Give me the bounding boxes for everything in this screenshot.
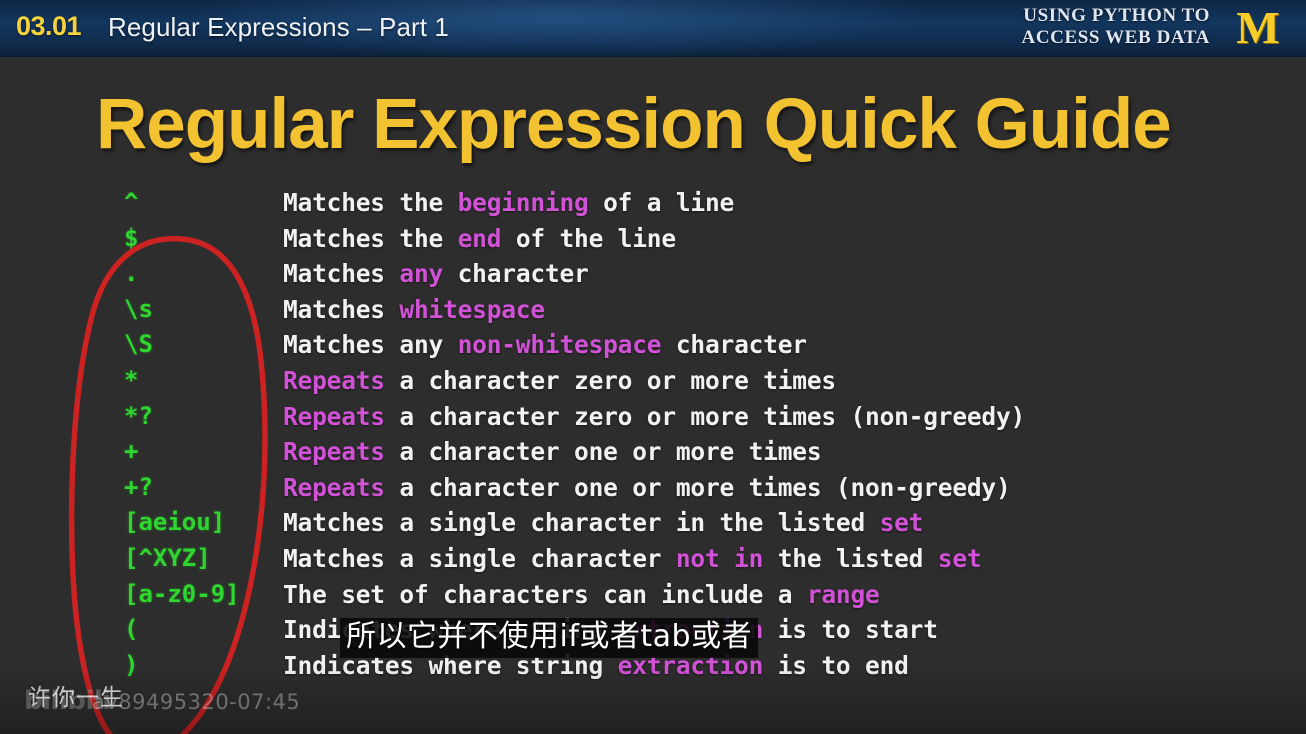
subtitle-overlay: 所以它并不使用if或者tab或者 [340, 618, 759, 658]
regex-description: Matches the end of the line [283, 224, 676, 253]
regex-description: Matches any character [283, 259, 589, 288]
regex-description-plain: a character one or more times [384, 437, 822, 467]
regex-description: The set of characters can include a rang… [283, 580, 880, 609]
regex-description-plain: Matches a single character [283, 543, 676, 573]
regex-description-plain: Matches the [283, 188, 458, 217]
regex-description-plain: is to end [763, 650, 909, 680]
regex-symbol: +? [124, 472, 153, 501]
lecture-title: Regular Expressions – Part 1 [108, 12, 449, 42]
regex-description-highlight: range [806, 579, 880, 609]
regex-description-highlight: Repeats [283, 365, 385, 395]
regex-description-plain: a character one or more times (non-greed… [384, 472, 1011, 502]
regex-symbol: + [124, 437, 139, 466]
regex-symbol: ( [124, 615, 139, 644]
regex-description-highlight: not in [675, 543, 764, 573]
regex-table-row: +? Repeats a character one or more times … [0, 473, 1306, 509]
regex-description-highlight: non-whitespace [457, 330, 662, 360]
course-brand-line2: ACCESS WEB DATA [1021, 27, 1210, 48]
regex-description-highlight: Repeats [283, 401, 385, 431]
regex-table-row: ^ Matches the beginning of a line [0, 188, 1306, 224]
regex-symbol: [aeiou] [124, 508, 226, 537]
watermark-video-id: av89495320-07:45 [92, 690, 301, 714]
regex-description-plain: the listed [763, 543, 938, 573]
regex-description: Matches the beginning of a line [283, 188, 734, 217]
regex-symbol: *? [124, 401, 153, 430]
regex-description-plain: Matches a single character in the listed [283, 508, 880, 538]
regex-symbol: ^ [124, 188, 139, 216]
regex-description-highlight: set [937, 543, 982, 573]
regex-symbol: [a-z0-9] [124, 579, 240, 608]
regex-description-plain: The set of characters can include a [283, 579, 807, 609]
regex-description-plain: a character zero or more times [384, 365, 836, 395]
regex-description: Matches any non-whitespace character [283, 330, 807, 359]
regex-table-row: + Repeats a character one or more times [0, 437, 1306, 473]
regex-description-plain: a character zero or more times (non-gree… [384, 401, 1026, 431]
regex-table-row: [a-z0-9] The set of characters can includ… [0, 580, 1306, 616]
lecture-number: 03.01 [16, 11, 82, 41]
regex-description-plain: Matches the [283, 223, 458, 253]
course-brand: USING PYTHON TO ACCESS WEB DATA [1022, 5, 1211, 49]
regex-table-row: \s Matches whitespace [0, 295, 1306, 331]
regex-description-highlight: beginning [457, 188, 589, 217]
video-player-frame: 03.01 Regular Expressions – Part 1 USING… [0, 0, 1306, 734]
regex-quick-guide-table: ^ Matches the beginning of a line $ Matches… [0, 188, 1306, 686]
regex-symbol: \s [124, 294, 153, 323]
regex-symbol: ) [124, 650, 139, 679]
regex-table-row: [aeiou] Matches a single character in the… [0, 508, 1306, 544]
regex-description-plain: Matches [283, 259, 400, 289]
regex-symbol: * [124, 365, 139, 394]
regex-table-row: *? Repeats a character zero or more times… [0, 402, 1306, 438]
regex-description-plain: of the line [501, 223, 676, 253]
course-brand-line1: USING PYTHON TO [1023, 5, 1210, 26]
regex-description: Repeats a character zero or more times [283, 366, 836, 395]
regex-description-highlight: end [457, 223, 502, 253]
regex-description: Matches a single character not in the li… [283, 543, 982, 573]
regex-description: Matches whitespace [283, 295, 545, 324]
regex-description-highlight: Repeats [283, 437, 385, 467]
regex-symbol: . [124, 259, 139, 288]
regex-symbol: $ [124, 223, 139, 252]
regex-symbol: \S [124, 330, 153, 359]
regex-description-highlight: any [399, 259, 444, 289]
slide-header-bar: 03.01 Regular Expressions – Part 1 USING… [0, 0, 1306, 57]
regex-description-plain: character [661, 330, 807, 360]
regex-description: Repeats a character one or more times (n… [283, 473, 1011, 502]
regex-description-plain: Matches [283, 294, 400, 324]
regex-table-row: [^XYZ] Matches a single character not in … [0, 544, 1306, 580]
regex-description-highlight: whitespace [399, 294, 545, 324]
regex-description: Repeats a character one or more times [283, 437, 822, 467]
regex-description: Matches a single character in the listed… [283, 508, 923, 537]
regex-description-plain: character [443, 259, 589, 289]
university-of-michigan-logo-icon: M [1236, 2, 1280, 53]
regex-description-highlight: set [879, 508, 924, 538]
regex-description-plain: of a line [588, 188, 735, 217]
slide-title: Regular Expression Quick Guide [96, 85, 1172, 164]
regex-table-row: * Repeats a character zero or more times [0, 366, 1306, 402]
regex-description-plain: is to start [763, 615, 938, 645]
regex-description-highlight: Repeats [283, 472, 385, 502]
regex-description-plain: Matches any [283, 330, 458, 360]
regex-table-row: . Matches any character [0, 259, 1306, 295]
regex-description: Repeats a character zero or more times (… [283, 402, 1025, 431]
regex-table-row: \S Matches any non-whitespace character [0, 330, 1306, 366]
regex-table-row: $ Matches the end of the line [0, 224, 1306, 260]
regex-symbol: [^XYZ] [124, 543, 211, 572]
